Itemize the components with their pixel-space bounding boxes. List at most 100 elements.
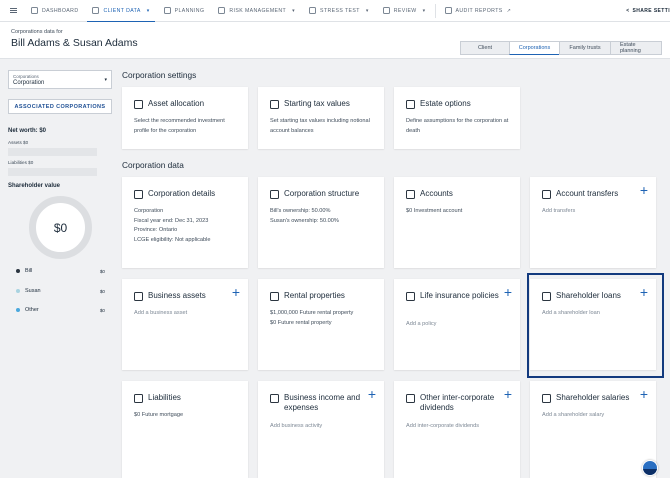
add-icon[interactable]: + <box>368 387 376 401</box>
card-body: $0 Investment account <box>406 207 510 217</box>
card-title: Asset allocation <box>134 99 232 109</box>
card-value-line: Province: Ontario <box>134 227 178 233</box>
nav-item-audit-reports[interactable]: AUDIT REPORTS ↗ <box>438 0 519 22</box>
nav-item-label: RISK MANAGEMENT <box>229 7 287 14</box>
card-value-line: $0 Investment account <box>406 208 463 214</box>
tab-estate-planning[interactable]: Estate planning <box>610 41 662 55</box>
add-icon[interactable]: + <box>232 285 240 299</box>
share-settings-button[interactable]: < SHARE SETTI <box>626 0 670 22</box>
card-title: Accounts <box>406 189 504 199</box>
corporation-select-label: Corporations <box>13 73 39 79</box>
nav-item-stress-test[interactable]: STRESS TEST ▾ <box>302 0 376 22</box>
diamond-icon <box>309 7 317 14</box>
legend-name: Susan <box>25 288 41 294</box>
chevron-down-icon[interactable]: ▾ <box>366 8 369 14</box>
card-title: Business assets <box>134 291 232 301</box>
chevron-down-icon[interactable]: ▾ <box>292 8 295 14</box>
card-title: Account transfers <box>542 189 640 199</box>
bank-icon <box>406 189 415 199</box>
card-value-line: Susan's ownership: 50.00% <box>270 217 339 224</box>
nav-item-planning[interactable]: PLANNING <box>157 0 212 22</box>
add-icon[interactable]: + <box>504 285 512 299</box>
card-title-text: Shareholder salaries <box>556 393 630 402</box>
card-body: Add inter-corporate dividends <box>406 422 510 432</box>
card-value-line: Fiscal year end: Dec 31, 2023 <box>134 217 209 224</box>
corporation-select[interactable]: Corporations Corporation ▾ <box>8 70 112 89</box>
nav-item-label: REVIEW <box>393 7 417 14</box>
card-title-text: Corporation structure <box>284 189 360 198</box>
card-accounts[interactable]: Accounts $0 Investment account <box>394 177 520 268</box>
nav-item-risk-management[interactable]: RISK MANAGEMENT ▾ <box>211 0 302 22</box>
card-life-insurance-policies[interactable]: Life insurance policies Add a policy + <box>394 279 520 370</box>
chevron-down-icon[interactable]: ▾ <box>423 8 426 14</box>
card-corporation-structure[interactable]: Corporation structure Bill's ownership: 5… <box>258 177 384 268</box>
card-estate-options[interactable]: Estate options Define assumptions for the… <box>394 87 520 149</box>
shareholder-donut-chart: $0 <box>29 196 92 259</box>
page-title: Bill Adams & Susan Adams <box>11 37 138 49</box>
card-title-text: Other inter-corporate dividends <box>420 393 495 413</box>
legend-amount: $0 <box>99 288 105 294</box>
card-title-text: Estate options <box>420 99 471 108</box>
card-asset-allocation[interactable]: Asset allocation Select the recommended i… <box>122 87 248 149</box>
legend-name: Bill <box>25 268 33 274</box>
card-add-prompt: Add a policy <box>406 321 437 327</box>
insurance-icon <box>406 291 415 301</box>
card-title: Other inter-corporate dividends <box>406 393 504 414</box>
nav-item-review[interactable]: REVIEW ▾ <box>376 0 433 22</box>
chevron-down-icon[interactable]: ▾ <box>147 8 150 14</box>
tab-corporations[interactable]: Corporations <box>509 41 560 55</box>
card-title-text: Business income and expenses <box>284 393 361 413</box>
add-icon[interactable]: + <box>640 387 648 401</box>
associated-corporations-button[interactable]: ASSOCIATED CORPORATIONS <box>8 99 112 114</box>
card-value-line: $1,000,000 Future rental property <box>270 310 354 316</box>
card-other-inter-corporate-dividends[interactable]: Other inter-corporate dividends Add inter… <box>394 381 520 478</box>
rental-icon <box>270 291 279 301</box>
card-corporation-details[interactable]: Corporation details Corporation Fiscal yea… <box>122 177 248 268</box>
card-title-text: Business assets <box>148 291 206 300</box>
page-subtitle: Corporations data for <box>11 29 63 35</box>
tab-family-trusts[interactable]: Family trusts <box>559 41 611 55</box>
card-starting-tax-values[interactable]: Starting tax values Set starting tax valu… <box>258 87 384 149</box>
globe-icon <box>218 7 226 14</box>
card-value-line: LCGE eligibility: Not applicable <box>134 236 211 243</box>
card-rental-properties[interactable]: Rental properties $1,000,000 Future renta… <box>258 279 384 370</box>
tab-client[interactable]: Client <box>460 41 510 55</box>
structure-icon <box>270 189 279 199</box>
add-icon[interactable]: + <box>640 183 648 197</box>
nav-item-client-data[interactable]: CLIENT DATA ▾ <box>85 0 156 23</box>
card-account-transfers[interactable]: Account transfers Add transfers + <box>530 177 656 268</box>
card-body: $1,000,000 Future rental property $0 Futu… <box>270 309 374 328</box>
card-value-line: Corporation <box>134 208 164 214</box>
card-body: Add a shareholder salary <box>542 411 646 421</box>
card-body: Add a policy <box>406 320 510 330</box>
sidebar: Corporations Corporation ▾ ASSOCIATED CO… <box>0 60 116 478</box>
add-icon[interactable]: + <box>504 387 512 401</box>
card-liabilities[interactable]: Liabilities $0 Future mortgage <box>122 381 248 478</box>
shareholder-value-title: Shareholder value <box>8 183 61 189</box>
nav-item-label: STRESS TEST <box>320 7 360 14</box>
legend-dot <box>16 269 20 273</box>
corporation-settings-title: Corporation settings <box>122 70 197 80</box>
document-icon <box>163 7 171 14</box>
report-icon <box>444 7 452 14</box>
salary-icon <box>542 393 551 403</box>
card-add-prompt: Add a shareholder salary <box>542 412 605 418</box>
card-title: Rental properties <box>270 291 368 301</box>
card-business-income-and-expenses[interactable]: Business income and expenses Add business… <box>258 381 384 478</box>
nav-item-dashboard[interactable]: DASHBOARD <box>24 0 85 22</box>
review-icon <box>382 7 390 14</box>
card-shareholder-salaries[interactable]: Shareholder salaries Add a shareholder sa… <box>530 381 656 478</box>
menu-icon[interactable] <box>10 8 24 13</box>
legend-item-other: Other $0 <box>16 307 105 313</box>
card-add-prompt: Add a business asset <box>134 310 188 316</box>
card-description: Set starting tax values including notion… <box>270 118 370 134</box>
assistant-button[interactable] <box>642 460 658 476</box>
liabilities-bar <box>8 168 97 176</box>
card-title: Business income and expenses <box>270 393 368 414</box>
card-body: Bill's ownership: 50.00% Susan's ownershi… <box>270 207 374 226</box>
estate-icon <box>406 99 415 109</box>
card-body: Add a business asset <box>134 309 238 319</box>
card-business-assets[interactable]: Business assets Add a business asset + <box>122 279 248 370</box>
legend-name: Other <box>25 307 39 313</box>
nav-items: DASHBOARD CLIENT DATA ▾ PLANNING RISK MANAGE… <box>24 0 519 23</box>
